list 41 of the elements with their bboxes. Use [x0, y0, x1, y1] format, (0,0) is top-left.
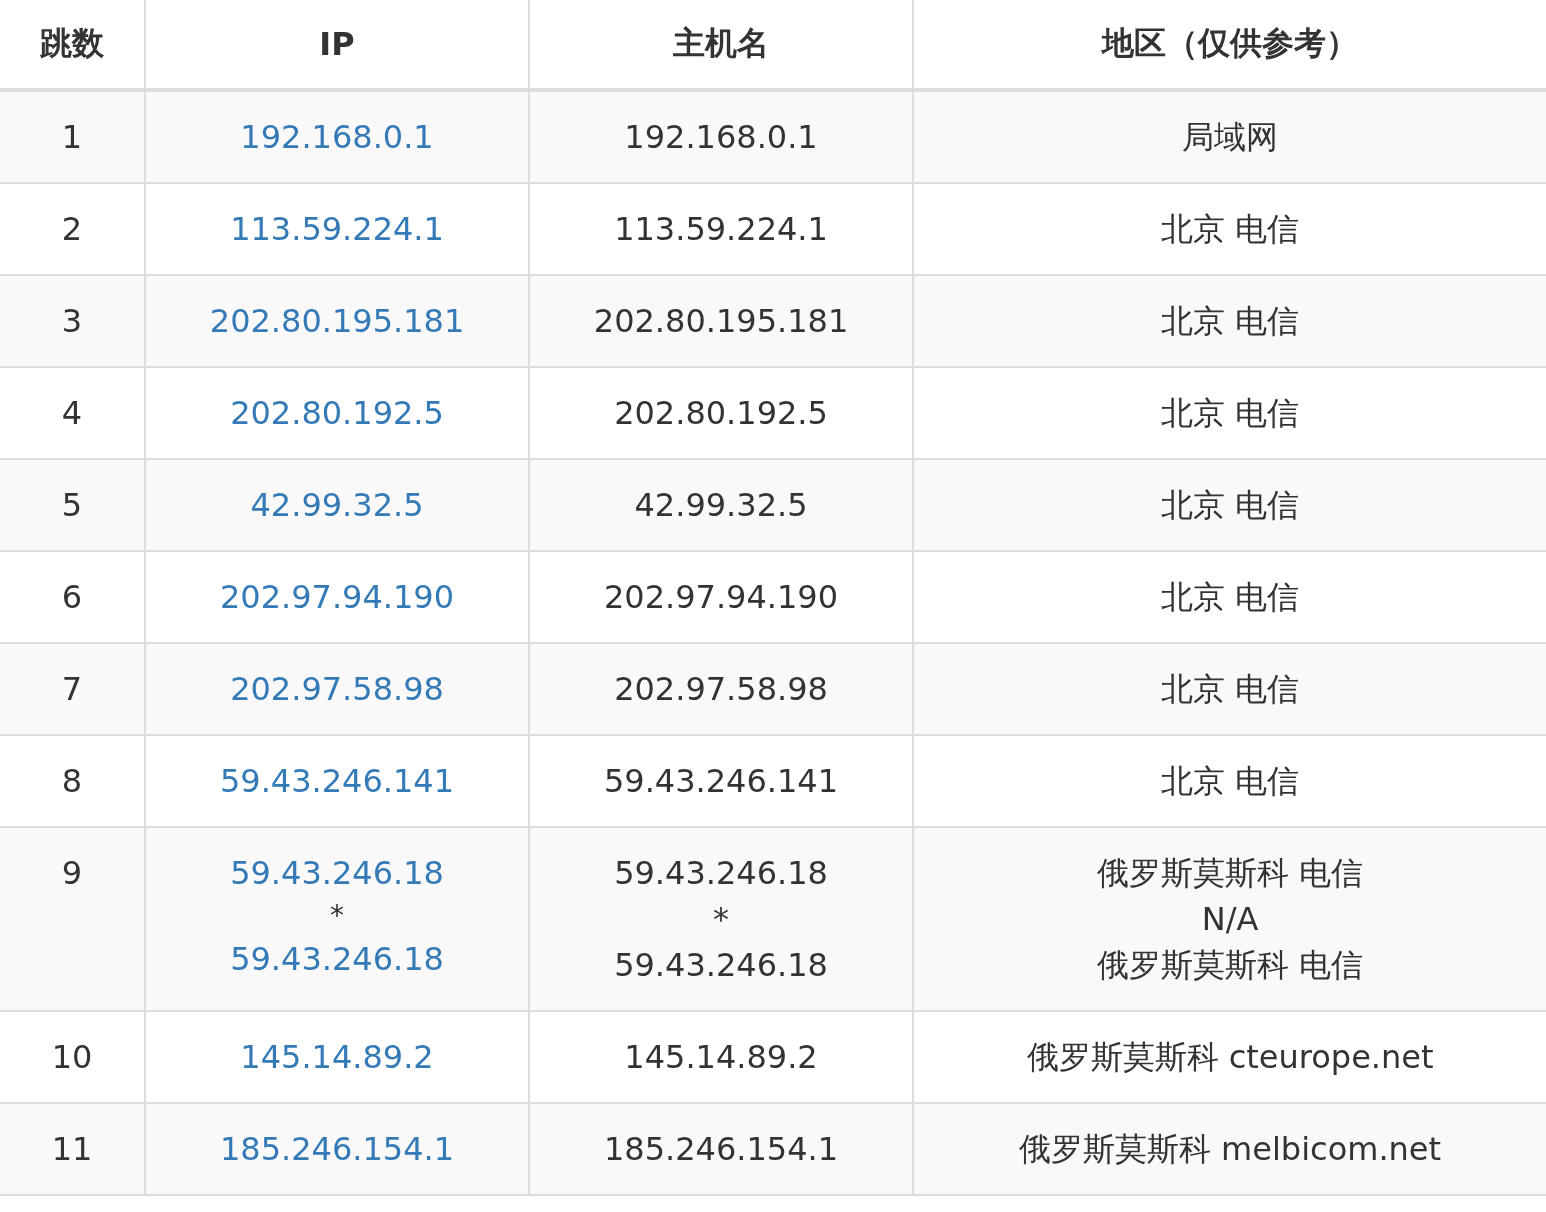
hop-number: 5: [60, 485, 84, 526]
ip-link[interactable]: 59.43.246.18: [230, 940, 444, 978]
region-text: 俄罗斯莫斯科 cteurope.net: [1025, 1037, 1435, 1078]
hop-number: 3: [60, 301, 84, 342]
hop-number: 2: [60, 209, 84, 250]
region-text: 北京 电信: [1159, 209, 1301, 250]
ip-link[interactable]: 59.43.246.18: [230, 854, 444, 892]
hostname-text: 59.43.246.18: [613, 945, 829, 986]
hop-number: 1: [60, 117, 84, 158]
hop-number: 7: [60, 669, 84, 710]
hostname-text: 59.43.246.141: [602, 761, 840, 802]
region-text: 俄罗斯莫斯科 电信: [1095, 853, 1365, 894]
region-text: 局域网: [1181, 117, 1279, 158]
hop-number: 9: [60, 853, 84, 894]
hop-number: 11: [50, 1129, 94, 1170]
hostname-text: 113.59.224.1: [613, 209, 829, 250]
hostname-text: 145.14.89.2: [623, 1037, 819, 1078]
hop-number: 4: [60, 393, 84, 434]
hostname-text: 42.99.32.5: [633, 485, 809, 526]
region-text: 北京 电信: [1159, 485, 1301, 526]
hostname-text: 202.80.192.5: [613, 393, 829, 434]
ip-link[interactable]: 42.99.32.5: [250, 486, 424, 524]
hostname-text: 185.246.154.1: [602, 1129, 840, 1170]
region-text: 俄罗斯莫斯科 melbicom.net: [1017, 1129, 1443, 1170]
hostname-text: 202.80.195.181: [592, 301, 850, 342]
ip-text: *: [329, 898, 345, 934]
hop-number: 8: [60, 761, 84, 802]
region-text: 北京 电信: [1159, 301, 1301, 342]
hostname-text: 202.97.94.190: [602, 577, 840, 618]
hostname-text: 192.168.0.1: [623, 117, 819, 158]
hostname-text: *: [712, 899, 730, 940]
region-text: N/A: [1200, 899, 1260, 940]
region-text: 北京 电信: [1159, 761, 1301, 802]
hop-number: 10: [50, 1037, 94, 1078]
region-text: 北京 电信: [1159, 577, 1301, 618]
hop-number: 6: [60, 577, 84, 618]
region-text: 北京 电信: [1159, 393, 1301, 434]
hostname-text: 59.43.246.18: [613, 853, 829, 894]
region-text: 北京 电信: [1159, 669, 1301, 710]
hostname-text: 202.97.58.98: [613, 669, 829, 710]
region-text: 俄罗斯莫斯科 电信: [1095, 945, 1365, 986]
